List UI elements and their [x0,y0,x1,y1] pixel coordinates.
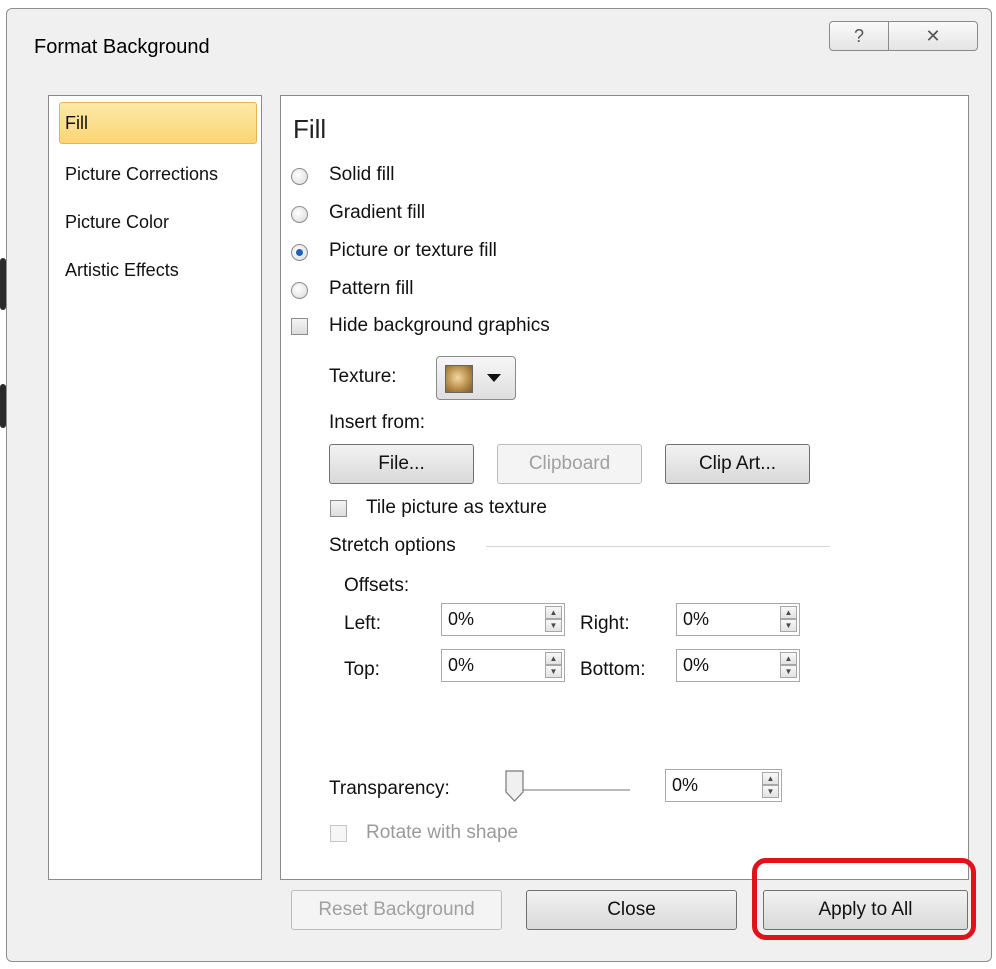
rotate-with-shape-label: Rotate with shape [366,822,519,843]
solid-fill-label[interactable]: Solid fill [329,164,394,186]
rotate-with-shape-checkbox[interactable] [330,825,347,842]
stretch-options-label: Stretch options [329,535,456,556]
spin-down-icon[interactable]: ▼ [780,619,797,632]
offset-right-spinner[interactable]: ▲ ▼ [780,606,797,633]
offset-top-label: Top: [344,659,380,680]
close-window-button[interactable]: ✕ [888,21,978,51]
nav-item-picture-color[interactable]: Picture Color [59,201,257,243]
picture-texture-fill-radio[interactable] [291,244,308,261]
offset-right-label: Right: [580,613,630,634]
transparency-input[interactable]: 0% ▲ ▼ [665,769,782,802]
offset-bottom-value: 0% [683,655,710,675]
spin-down-icon[interactable]: ▼ [545,665,562,678]
nav-item-fill[interactable]: Fill [59,102,257,144]
offset-top-spinner[interactable]: ▲ ▼ [545,652,562,679]
radio-selected-dot [296,249,303,256]
spin-up-icon[interactable]: ▲ [545,652,562,665]
gradient-fill-radio[interactable] [291,206,308,223]
gradient-fill-label[interactable]: Gradient fill [329,202,425,224]
close-button[interactable]: Close [526,890,737,930]
spin-up-icon[interactable]: ▲ [545,606,562,619]
clip-art-button[interactable]: Clip Art... [665,444,810,484]
spin-down-icon[interactable]: ▼ [762,785,779,798]
spin-up-icon[interactable]: ▲ [780,606,797,619]
offset-left-label: Left: [344,613,381,634]
transparency-spinner[interactable]: ▲ ▼ [762,772,779,799]
spin-down-icon[interactable]: ▼ [545,619,562,632]
texture-label: Texture: [329,366,397,387]
clipboard-button[interactable]: Clipboard [497,444,642,484]
pattern-fill-label[interactable]: Pattern fill [329,278,413,300]
solid-fill-radio[interactable] [291,168,308,185]
spin-up-icon[interactable]: ▲ [780,652,797,665]
offset-left-input[interactable]: 0% ▲ ▼ [441,603,565,636]
dialog-title: Format Background [34,36,210,58]
offset-right-input[interactable]: 0% ▲ ▼ [676,603,800,636]
offset-left-value: 0% [448,609,475,629]
spin-down-icon[interactable]: ▼ [780,665,797,678]
transparency-value: 0% [672,775,699,795]
tile-picture-checkbox[interactable] [330,500,347,517]
offset-top-value: 0% [448,655,475,675]
help-icon: ? [853,25,864,46]
spin-up-icon[interactable]: ▲ [762,772,779,785]
hide-background-graphics-checkbox[interactable] [291,318,308,335]
pattern-fill-radio[interactable] [291,282,308,299]
file-button[interactable]: File... [329,444,474,484]
offsets-label: Offsets: [344,575,410,596]
transparency-label: Transparency: [329,778,450,799]
transparency-slider-thumb[interactable] [505,770,524,802]
offset-left-spinner[interactable]: ▲ ▼ [545,606,562,633]
tile-picture-label[interactable]: Tile picture as texture [366,497,547,519]
offset-bottom-label: Bottom: [580,659,646,680]
insert-from-label: Insert from: [329,412,426,433]
close-icon: ✕ [925,25,941,46]
picture-texture-fill-label[interactable]: Picture or texture fill [329,240,497,262]
section-heading: Fill [293,114,327,144]
nav-item-artistic-effects[interactable]: Artistic Effects [59,249,257,291]
texture-dropdown[interactable] [436,356,516,400]
chevron-down-icon [487,374,501,382]
nav-item-picture-corrections[interactable]: Picture Corrections [59,153,257,195]
offset-top-input[interactable]: 0% ▲ ▼ [441,649,565,682]
category-list: Fill Picture Corrections Picture Color A… [48,95,262,880]
reset-background-button[interactable]: Reset Background [291,890,502,930]
offset-bottom-input[interactable]: 0% ▲ ▼ [676,649,800,682]
offset-bottom-spinner[interactable]: ▲ ▼ [780,652,797,679]
apply-to-all-highlight [752,858,976,940]
texture-swatch [445,365,473,393]
stretch-options-divider [486,546,830,547]
help-button[interactable]: ? [829,21,889,51]
hide-background-graphics-label[interactable]: Hide background graphics [329,315,550,337]
offset-right-value: 0% [683,609,710,629]
